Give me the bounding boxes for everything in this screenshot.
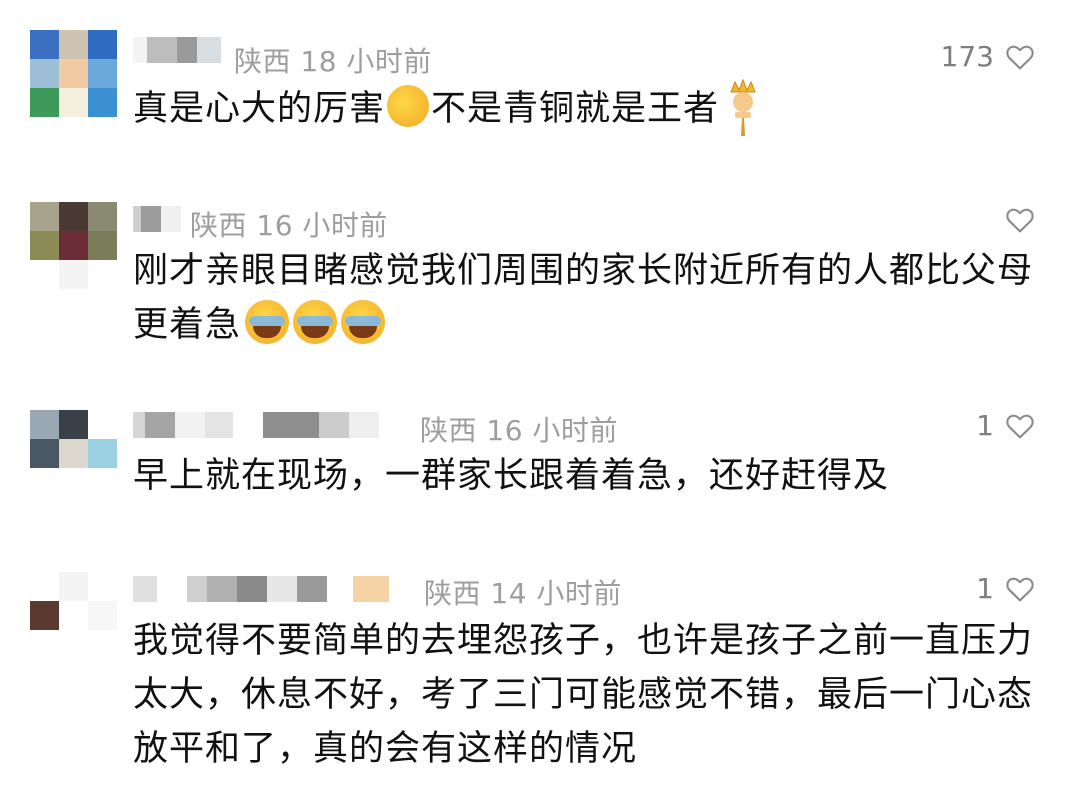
like-button[interactable]: 173 [941,40,1036,73]
avatar-cell [88,572,117,601]
avatar-cell [59,439,88,468]
avatar-cell [30,630,59,659]
avatar-cell [59,260,88,289]
avatar-cell [59,231,88,260]
comment-text-part: 不是青铜就是王者 [431,89,720,129]
crown-person-icon [725,78,761,138]
heart-icon[interactable] [1004,204,1036,236]
avatar-cell [30,30,59,59]
avatar-cell [30,88,59,117]
username-blurred[interactable] [133,204,181,234]
avatar-cell [88,202,117,231]
comment-item: 陕西 16 小时前 刚才亲眼目睹感觉我们周围的家长附近所有的人都比父母更着急 [0,180,1080,380]
comment-item: 陕西 18 小时前 173 真是心大的厉害 不是青铜就是王者 [0,0,1080,180]
avatar-cell [88,260,117,289]
avatar-cell [59,410,88,439]
comment-text-part: 真是心大的厉害 [133,89,386,129]
avatar-cell [88,468,117,497]
like-count: 1 [976,409,994,442]
avatar-cell [88,630,117,659]
like-button[interactable]: 1 [976,409,1036,442]
avatar[interactable] [30,202,117,289]
like-count: 1 [976,572,994,605]
thumbs-up-icon [387,85,430,127]
avatar-cell [59,30,88,59]
like-button[interactable]: 1 [976,572,1036,605]
avatar[interactable] [30,572,117,659]
avatar-cell [30,59,59,88]
avatar-cell [59,630,88,659]
crying-face-icon [245,300,290,344]
avatar[interactable] [30,410,117,497]
crying-face-icon [341,300,386,344]
avatar-cell [88,59,117,88]
like-button[interactable] [994,204,1036,236]
avatar-cell [30,202,59,231]
avatar-cell [30,410,59,439]
comment-text-part: 我觉得不要简单的去埋怨孩子，也许是孩子之前一直压力太大，休息不好，考了三门可能感… [133,621,1034,769]
avatar-cell [59,601,88,630]
avatar-cell [30,468,59,497]
avatar-cell [30,231,59,260]
like-count: 173 [940,40,994,73]
avatar-cell [59,88,88,117]
location-time: 陕西 16 小时前 [190,209,388,242]
avatar-cell [59,202,88,231]
crying-face-icon [293,300,338,344]
comment-text: 我觉得不要简单的去埋怨孩子，也许是孩子之前一直压力太大，休息不好，考了三门可能感… [133,614,1040,776]
avatar-cell [59,572,88,601]
comment-item: 陕西 14 小时前 1 我觉得不要简单的去埋怨孩子，也许是孩子之前一直压力太大，… [0,548,1080,792]
comment-text-part: 早上就在现场，一群家长跟着着急，还好赶得及 [133,456,890,496]
location-time: 陕西 16 小时前 [420,414,618,447]
username-blurred[interactable] [133,574,389,604]
avatar-cell [88,88,117,117]
location-time: 陕西 14 小时前 [424,577,622,610]
avatar-cell [30,572,59,601]
avatar-cell [88,410,117,439]
avatar-cell [88,30,117,59]
username-blurred[interactable] [133,35,221,65]
username-blurred[interactable] [133,410,379,440]
avatar[interactable] [30,30,117,117]
comment-text: 早上就在现场，一群家长跟着着急，还好赶得及 [133,449,1040,503]
heart-icon[interactable] [1004,41,1036,73]
avatar-cell [30,439,59,468]
avatar-cell [59,59,88,88]
heart-icon[interactable] [1004,410,1036,442]
comment-item: 陕西 16 小时前 1 早上就在现场，一群家长跟着着急，还好赶得及 [0,385,1080,545]
avatar-cell [59,468,88,497]
heart-icon[interactable] [1004,573,1036,605]
avatar-cell [88,439,117,468]
location-time: 陕西 18 小时前 [234,45,432,78]
avatar-cell [30,260,59,289]
comment-text: 真是心大的厉害 不是青铜就是王者 [133,78,1040,140]
avatar-cell [88,601,117,630]
avatar-cell [30,601,59,630]
avatar-cell [88,231,117,260]
comment-text: 刚才亲眼目睹感觉我们周围的家长附近所有的人都比父母更着急 [133,244,1040,352]
